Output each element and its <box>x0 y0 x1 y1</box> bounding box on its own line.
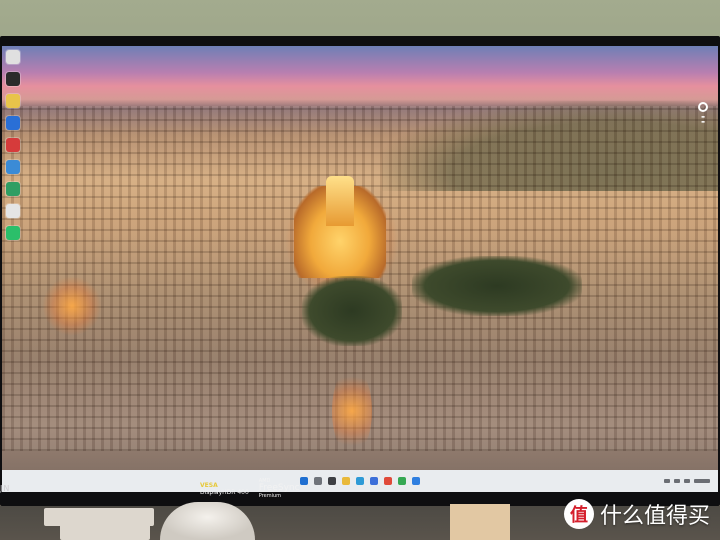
street-light-glow <box>332 366 372 456</box>
hdr-badge-line2: DisplayHDR 400 <box>200 488 249 496</box>
watermark: 值 什么值得买 <box>563 498 710 530</box>
tray-icon[interactable] <box>664 479 670 483</box>
cathedral-tower <box>326 176 354 226</box>
search-icon[interactable] <box>314 477 322 485</box>
store-icon[interactable] <box>370 477 378 485</box>
monitor-brand: JN <box>0 484 11 493</box>
taskbar-icons <box>300 477 420 485</box>
app-icon[interactable] <box>398 477 406 485</box>
folder-icon[interactable] <box>6 94 20 108</box>
app-icon[interactable] <box>6 50 20 64</box>
street-light-glow <box>42 276 102 336</box>
system-tray[interactable] <box>640 477 710 485</box>
start-icon[interactable] <box>300 477 308 485</box>
app-icon[interactable] <box>6 138 20 152</box>
task-view-icon[interactable] <box>328 477 336 485</box>
widget-circle-icon <box>698 102 708 112</box>
watermark-badge-icon: 值 <box>563 499 594 529</box>
trees <box>412 256 582 316</box>
app-icon[interactable] <box>6 72 20 86</box>
app-icon[interactable] <box>6 116 20 130</box>
freesync-badge: AMD FreeSync Premium <box>259 478 300 499</box>
watermark-text: 什么值得买 <box>599 504 710 529</box>
premium-label: Premium <box>258 493 282 499</box>
trees <box>302 276 402 346</box>
freesync-label: FreeSync <box>258 483 300 493</box>
app-icon[interactable] <box>6 182 20 196</box>
edge-icon[interactable] <box>356 477 364 485</box>
app-icon[interactable] <box>384 477 392 485</box>
tray-icon[interactable] <box>674 479 680 483</box>
app-icon[interactable] <box>6 204 20 218</box>
tray-icon[interactable] <box>684 479 690 483</box>
app-icon[interactable] <box>6 160 20 174</box>
app-icon[interactable] <box>6 226 20 240</box>
bezel-logos: VESA DisplayHDR 400 AMD FreeSync Premium <box>200 478 300 499</box>
cardboard-item <box>450 504 510 540</box>
monitor: ▬ ▬ <box>0 36 720 506</box>
desktop-icon-column <box>6 50 24 240</box>
hdr-badge: VESA DisplayHDR 400 <box>200 482 249 496</box>
clock[interactable] <box>694 479 710 483</box>
paper-sheet <box>60 524 150 540</box>
widget-lines: ▬ ▬ <box>701 114 705 124</box>
hdr-badge-line1: VESA <box>200 481 218 489</box>
desktop-screen: ▬ ▬ <box>2 46 718 492</box>
app-icon[interactable] <box>412 477 420 485</box>
taskbar <box>2 470 718 492</box>
file-explorer-icon[interactable] <box>342 477 350 485</box>
desktop-widget[interactable]: ▬ ▬ <box>694 102 712 124</box>
